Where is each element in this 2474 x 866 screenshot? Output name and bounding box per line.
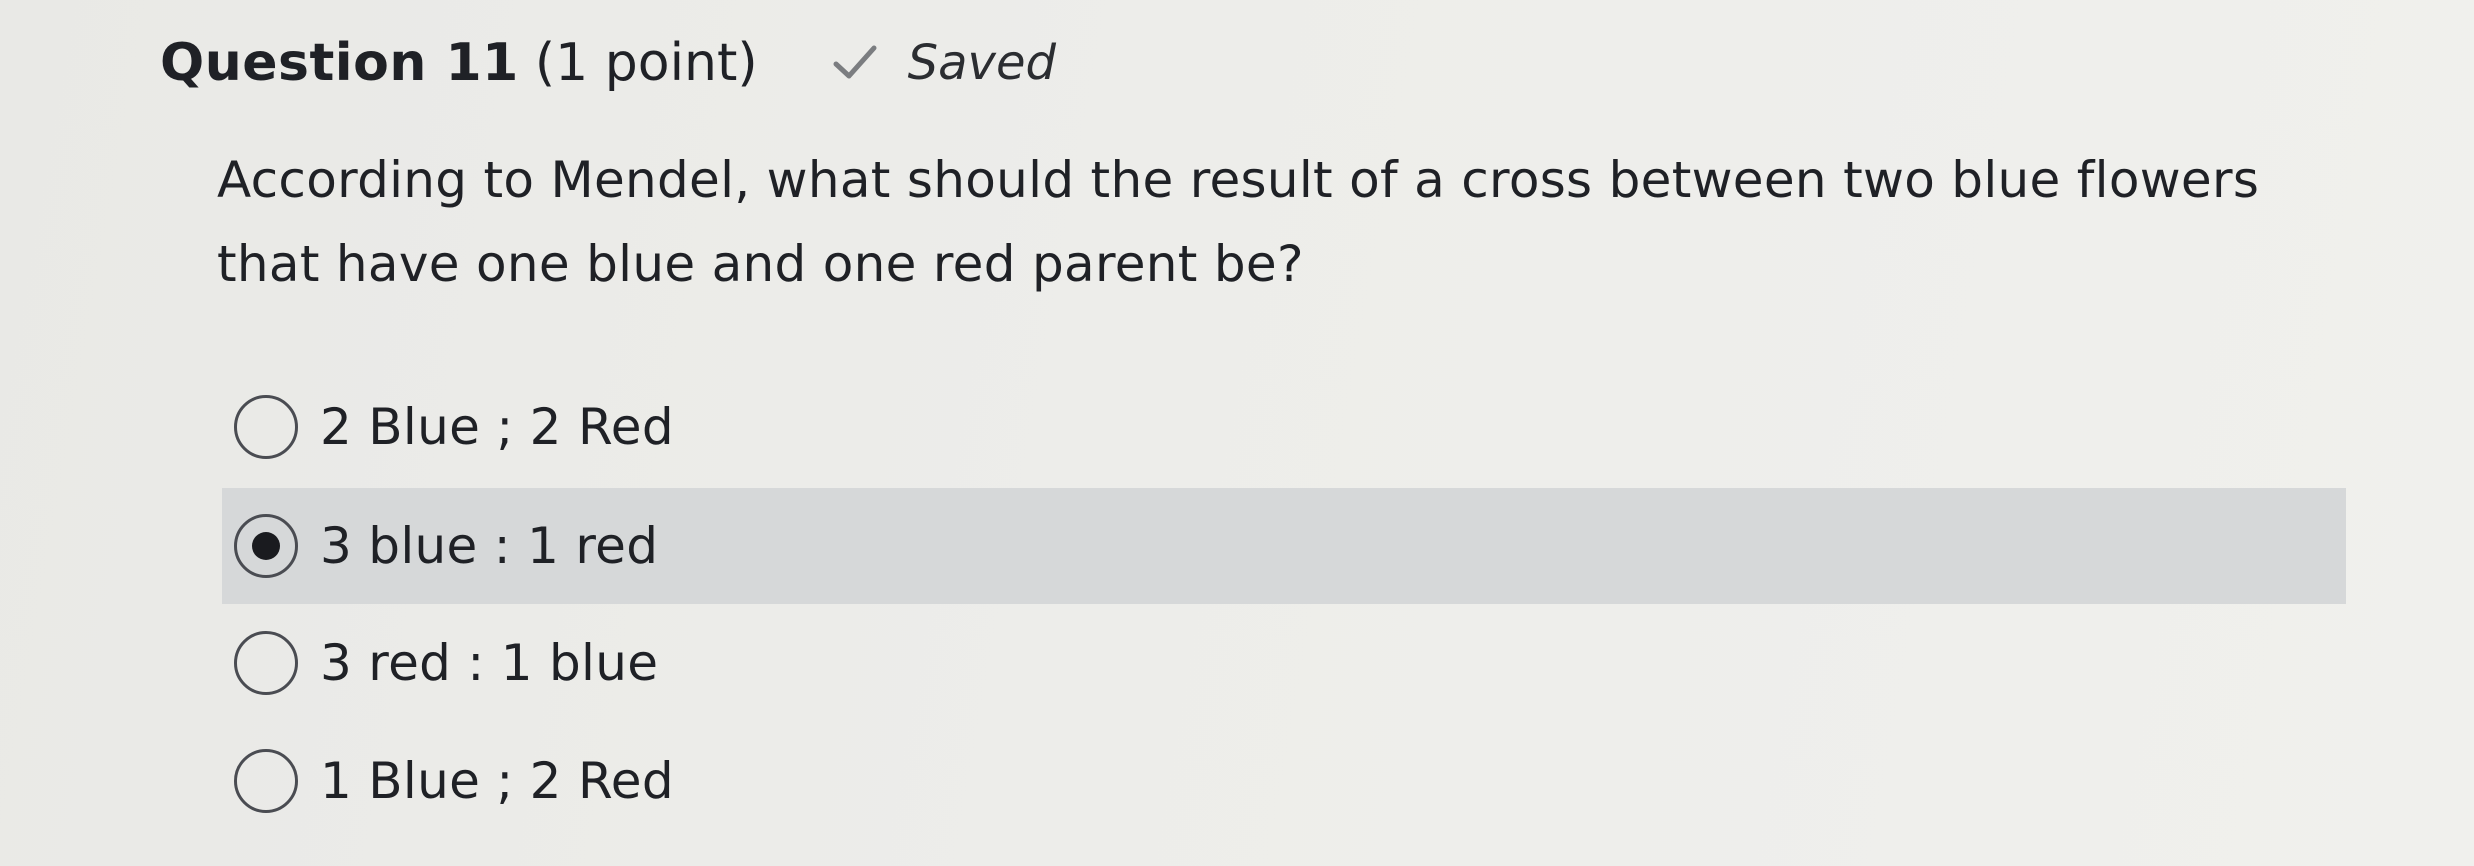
option-row[interactable]: 3 red : 1 blue bbox=[222, 604, 2346, 722]
answer-options: 2 Blue ; 2 Red 3 blue : 1 red 3 red : 1 … bbox=[222, 368, 2346, 840]
question-title: Question 11 bbox=[160, 33, 519, 93]
question-header: Question 11 (1 point) Saved bbox=[160, 18, 1056, 108]
radio-button-icon[interactable] bbox=[234, 514, 298, 578]
option-row[interactable]: 2 Blue ; 2 Red bbox=[222, 368, 2346, 486]
option-label[interactable]: 3 red : 1 blue bbox=[320, 634, 658, 692]
checkmark-icon bbox=[833, 45, 877, 79]
question-text: According to Mendel, what should the res… bbox=[217, 151, 2260, 293]
option-row-selected[interactable]: 3 blue : 1 red bbox=[222, 488, 2346, 604]
option-label[interactable]: 2 Blue ; 2 Red bbox=[320, 398, 674, 456]
saved-label: Saved bbox=[907, 35, 1056, 91]
radio-button-icon[interactable] bbox=[234, 749, 298, 813]
question-points: (1 point) bbox=[534, 33, 758, 93]
saved-status: Saved bbox=[828, 35, 1056, 91]
radio-button-icon[interactable] bbox=[234, 631, 298, 695]
option-label[interactable]: 3 blue : 1 red bbox=[320, 517, 658, 575]
option-row[interactable]: 1 Blue ; 2 Red bbox=[222, 722, 2346, 840]
option-label[interactable]: 1 Blue ; 2 Red bbox=[320, 752, 674, 810]
radio-button-icon[interactable] bbox=[234, 395, 298, 459]
radio-selected-dot bbox=[252, 532, 280, 560]
